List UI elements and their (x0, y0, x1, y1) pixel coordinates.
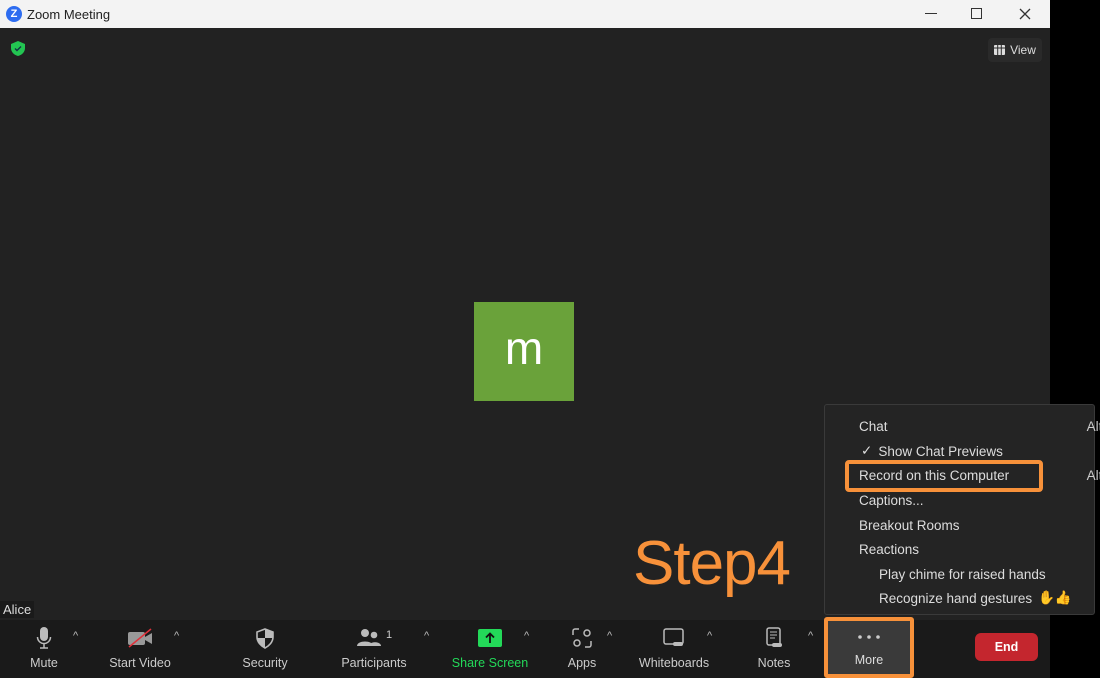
mute-options-caret[interactable]: ^ (73, 630, 78, 642)
menu-item-recognize-gestures[interactable]: Recognize hand gestures ✋👍 (879, 588, 1072, 608)
security-shield-icon (256, 620, 274, 656)
video-options-caret[interactable]: ^ (174, 630, 179, 642)
apps-label: Apps (567, 656, 597, 670)
view-label: View (1010, 43, 1036, 57)
menu-shortcut: Alt+R (1086, 467, 1100, 483)
participant-avatar: m (474, 302, 574, 401)
menu-item-label: Play chime for raised hands (879, 566, 1046, 582)
checkmark-icon: ✓ (861, 443, 873, 458)
title-bar: Z Zoom Meeting (0, 0, 1050, 28)
participant-name: Alice (0, 601, 35, 618)
participants-count: 1 (385, 629, 393, 641)
menu-item-label: Show Chat Previews (878, 443, 1003, 459)
participants-options-caret[interactable]: ^ (424, 630, 429, 642)
encryption-shield-icon[interactable] (11, 41, 25, 61)
notes-options-caret[interactable]: ^ (808, 630, 813, 642)
menu-item-chat[interactable]: Chat Alt+H (859, 416, 1100, 436)
zoom-logo-icon: Z (6, 6, 22, 22)
hand-gesture-emoji-icon: ✋👍 (1038, 590, 1072, 605)
share-options-caret[interactable]: ^ (524, 630, 529, 642)
step-annotation: Step4 (633, 529, 791, 598)
microphone-icon (36, 620, 52, 656)
menu-item-label: Captions... (859, 492, 924, 508)
minimize-button[interactable] (908, 0, 954, 28)
grid-icon (994, 45, 1006, 55)
menu-item-label: Breakout Rooms (859, 517, 960, 533)
participants-label: Participants (341, 656, 407, 670)
participants-icon: 1 (356, 620, 392, 656)
notes-button[interactable]: Notes (752, 620, 796, 678)
more-menu: ChatAlt+H ✓Show Chat Previews Record on … (824, 404, 1100, 615)
window-title: Zoom Meeting (27, 6, 111, 22)
menu-item-label: Reactions (859, 541, 920, 557)
whiteboards-options-caret[interactable]: ^ (707, 630, 712, 642)
menu-shortcut: Alt+H (1086, 418, 1100, 434)
menu-item-label: Chat (859, 418, 888, 434)
start-video-button[interactable]: Start Video (104, 620, 176, 678)
notes-icon (765, 620, 783, 656)
whiteboard-icon (663, 620, 685, 656)
participants-button[interactable]: 1 Participants (336, 620, 412, 678)
share-screen-icon (478, 620, 502, 656)
more-label: More (854, 653, 884, 667)
apps-options-caret[interactable]: ^ (607, 630, 612, 642)
apps-icon (572, 620, 592, 656)
menu-item-reactions[interactable]: Reactions (859, 539, 919, 559)
menu-item-play-chime[interactable]: Play chime for raised hands (879, 564, 1046, 584)
mute-label: Mute (30, 656, 58, 670)
more-button[interactable]: More (824, 617, 914, 678)
menu-item-label: Recognize hand gestures (879, 590, 1033, 606)
maximize-button[interactable] (954, 0, 1000, 28)
video-off-icon (127, 620, 153, 656)
menu-item-show-chat-previews[interactable]: ✓ Show Chat Previews (861, 441, 1003, 461)
mute-button[interactable]: Mute (24, 620, 64, 678)
security-button[interactable]: Security (236, 620, 294, 678)
close-button[interactable] (1002, 0, 1048, 28)
whiteboards-button[interactable]: Whiteboards (634, 620, 714, 678)
start-video-label: Start Video (109, 656, 171, 670)
share-screen-button[interactable]: Share Screen (450, 620, 530, 678)
view-button[interactable]: View (988, 38, 1042, 62)
menu-item-breakout-rooms[interactable]: Breakout Rooms (859, 515, 960, 535)
more-dots-icon (858, 621, 880, 653)
end-meeting-button[interactable]: End (975, 633, 1038, 661)
whiteboards-label: Whiteboards (638, 656, 710, 670)
security-label: Security (242, 656, 288, 670)
menu-item-captions[interactable]: Captions... (859, 490, 924, 510)
apps-button[interactable]: Apps (564, 620, 600, 678)
notes-label: Notes (757, 656, 791, 670)
share-screen-label: Share Screen (451, 656, 529, 670)
record-highlight-box (845, 460, 1043, 492)
